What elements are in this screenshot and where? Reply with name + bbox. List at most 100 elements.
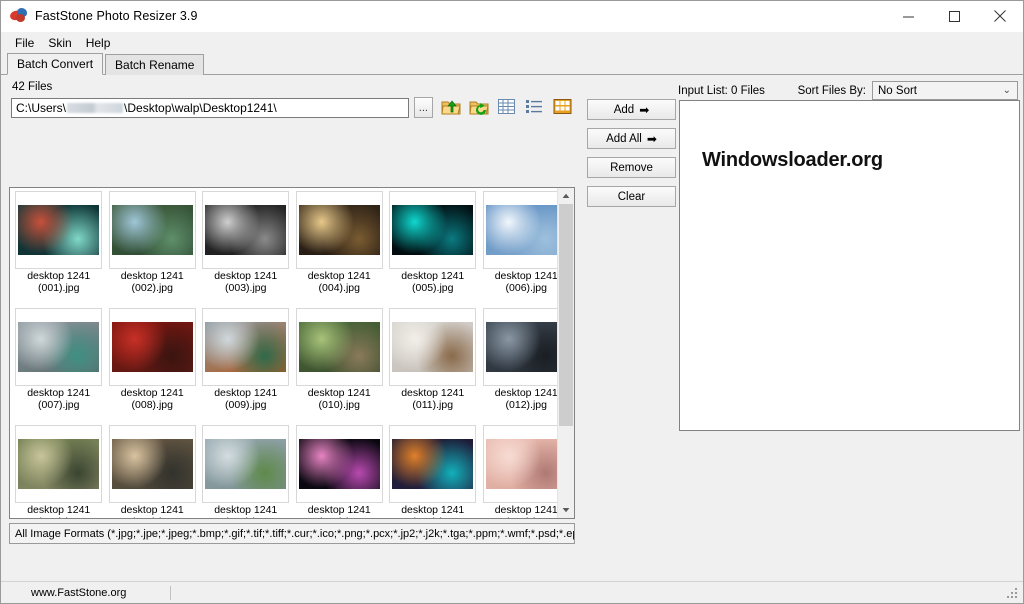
- thumbnail-cell[interactable]: desktop 1241 (003).jpg: [199, 188, 293, 305]
- thumbnail-frame: [109, 308, 196, 386]
- thumbnail-image: [205, 205, 286, 255]
- thumbnail-frame: [483, 425, 558, 503]
- thumbnail-caption: desktop 1241 (001).jpg: [15, 271, 103, 294]
- window-controls: [885, 1, 1023, 31]
- thumbnail-caption: desktop 1241 (002).jpg: [109, 271, 197, 294]
- thumbnail-frame: [296, 191, 383, 269]
- close-button[interactable]: [977, 1, 1023, 31]
- thumbnail-caption: desktop 1241 (016).jpg: [296, 505, 384, 518]
- folder-path-input[interactable]: C:\Users\ \Desktop\walp\Desktop1241\: [11, 98, 409, 118]
- input-list-box[interactable]: Windowsloader.org: [679, 100, 1020, 431]
- thumbnail-cell[interactable]: desktop 1241 (010).jpg: [293, 305, 387, 422]
- maximize-button[interactable]: [931, 1, 977, 31]
- thumbnail-frame: [389, 308, 476, 386]
- thumbnail-caption: desktop 1241 (015).jpg: [202, 505, 290, 518]
- thumbnail-image: [112, 322, 193, 372]
- add-button[interactable]: Add ➡: [587, 99, 676, 120]
- tab-batch-rename[interactable]: Batch Rename: [105, 54, 204, 75]
- thumbnail-frame: [202, 425, 289, 503]
- thumbnail-image: [112, 439, 193, 489]
- files-count-label: 42 Files: [1, 75, 582, 97]
- thumbnail-image: [486, 322, 558, 372]
- view-thumbnails-icon[interactable]: [553, 98, 574, 117]
- scroll-up-arrow-icon[interactable]: [558, 188, 574, 204]
- thumbnail-caption: desktop 1241 (011).jpg: [389, 388, 477, 411]
- thumbnail-frame: [483, 308, 558, 386]
- thumbnail-cell[interactable]: desktop 1241 (009).jpg: [199, 305, 293, 422]
- sort-files-by-combo[interactable]: No Sort ⌄: [872, 81, 1018, 100]
- thumbnail-cell[interactable]: desktop 1241 (011).jpg: [386, 305, 480, 422]
- thumbnail-image: [392, 322, 473, 372]
- thumbnail-cell[interactable]: desktop 1241 (005).jpg: [386, 188, 480, 305]
- thumbnail-cell[interactable]: desktop 1241 (012).jpg: [480, 305, 558, 422]
- view-list-icon[interactable]: [525, 98, 546, 117]
- scrollbar-thumb[interactable]: [559, 204, 573, 426]
- thumbnail-cell[interactable]: desktop 1241 (002).jpg: [106, 188, 200, 305]
- browser-toolbar: [441, 98, 574, 117]
- menu-bar: File Skin Help: [1, 32, 1023, 53]
- menu-file[interactable]: File: [8, 34, 41, 52]
- thumbnail-caption: desktop 1241 (018).jpg: [483, 505, 558, 518]
- thumbnail-cell[interactable]: desktop 1241 (004).jpg: [293, 188, 387, 305]
- thumbnail-cell[interactable]: desktop 1241 (007).jpg: [12, 305, 106, 422]
- redacted-username: [67, 103, 123, 113]
- menu-skin[interactable]: Skin: [41, 34, 78, 52]
- thumbnail-image: [486, 439, 558, 489]
- thumbnail-frame: [483, 191, 558, 269]
- folder-refresh-icon[interactable]: [469, 98, 490, 117]
- folder-path-prefix: C:\Users\: [16, 101, 66, 115]
- clear-button[interactable]: Clear: [587, 186, 676, 207]
- scroll-down-arrow-icon[interactable]: [558, 502, 574, 518]
- add-all-button-label: Add All: [606, 133, 642, 145]
- arrow-right-icon: ➡: [639, 104, 649, 116]
- thumbnail-image: [392, 205, 473, 255]
- browse-folder-button[interactable]: ...: [414, 97, 433, 118]
- folder-up-icon[interactable]: [441, 98, 462, 117]
- thumbnail-cell[interactable]: desktop 1241 (001).jpg: [12, 188, 106, 305]
- thumbnail-image: [486, 205, 558, 255]
- add-button-label: Add: [614, 104, 634, 116]
- conversion-pane: Add ➡ Add All ➡ Remove Clear Input List:…: [582, 75, 1023, 604]
- thumbnail-cell[interactable]: desktop 1241 (018).jpg: [480, 422, 558, 518]
- thumbnail-frame: [202, 191, 289, 269]
- thumbnail-image: [112, 205, 193, 255]
- view-details-icon[interactable]: [497, 98, 518, 117]
- main-content: 42 Files C:\Users\ \Desktop\walp\Desktop1…: [1, 75, 1023, 604]
- thumbnail-image: [205, 322, 286, 372]
- input-list-count-label: Input List: 0 Files: [678, 85, 765, 97]
- thumbnail-frame: [389, 191, 476, 269]
- application-window: FastStone Photo Resizer 3.9 File Skin He…: [0, 0, 1024, 604]
- thumbnail-grid: desktop 1241 (001).jpg desktop 1241 (002)…: [12, 188, 557, 518]
- title-bar: FastStone Photo Resizer 3.9: [1, 1, 1023, 32]
- thumbnail-cell[interactable]: desktop 1241 (016).jpg: [293, 422, 387, 518]
- thumbnail-caption: desktop 1241 (012).jpg: [483, 388, 558, 411]
- thumbnail-frame: [296, 308, 383, 386]
- thumbnail-caption: desktop 1241 (005).jpg: [389, 271, 477, 294]
- thumbnail-cell[interactable]: desktop 1241 (008).jpg: [106, 305, 200, 422]
- thumbnail-image: [299, 439, 380, 489]
- thumbnail-grid-panel: desktop 1241 (001).jpg desktop 1241 (002)…: [9, 187, 575, 519]
- status-divider: [170, 586, 171, 600]
- resize-grip-icon[interactable]: [1007, 588, 1019, 600]
- add-all-button[interactable]: Add All ➡: [587, 128, 676, 149]
- folder-path-suffix: \Desktop\walp\Desktop1241\: [124, 101, 277, 115]
- thumbnail-cell[interactable]: desktop 1241 (015).jpg: [199, 422, 293, 518]
- thumbnail-frame: [389, 425, 476, 503]
- menu-help[interactable]: Help: [79, 34, 118, 52]
- thumbnail-cell[interactable]: desktop 1241 (017).jpg: [386, 422, 480, 518]
- file-format-filter-value: All Image Formats (*.jpg;*.jpe;*.jpeg;*.…: [15, 528, 575, 540]
- path-row: C:\Users\ \Desktop\walp\Desktop1241\ ...: [1, 97, 582, 118]
- tab-batch-convert[interactable]: Batch Convert: [7, 53, 103, 75]
- thumbnail-cell[interactable]: desktop 1241 (014).jpg: [106, 422, 200, 518]
- thumbnail-image: [18, 439, 99, 489]
- thumbnail-cell[interactable]: desktop 1241 (013).jpg: [12, 422, 106, 518]
- remove-button[interactable]: Remove: [587, 157, 676, 178]
- file-format-filter-combo[interactable]: All Image Formats (*.jpg;*.jpe;*.jpeg;*.…: [9, 523, 575, 544]
- thumbnail-caption: desktop 1241 (017).jpg: [389, 505, 477, 518]
- input-list-header: Input List: 0 Files Sort Files By: No So…: [678, 81, 1018, 100]
- thumbnail-cell[interactable]: desktop 1241 (006).jpg: [480, 188, 558, 305]
- thumbnail-scrollbar[interactable]: [557, 188, 574, 518]
- status-bar-text: www.FastStone.org: [31, 587, 126, 599]
- minimize-button[interactable]: [885, 1, 931, 31]
- thumbnail-frame: [15, 191, 102, 269]
